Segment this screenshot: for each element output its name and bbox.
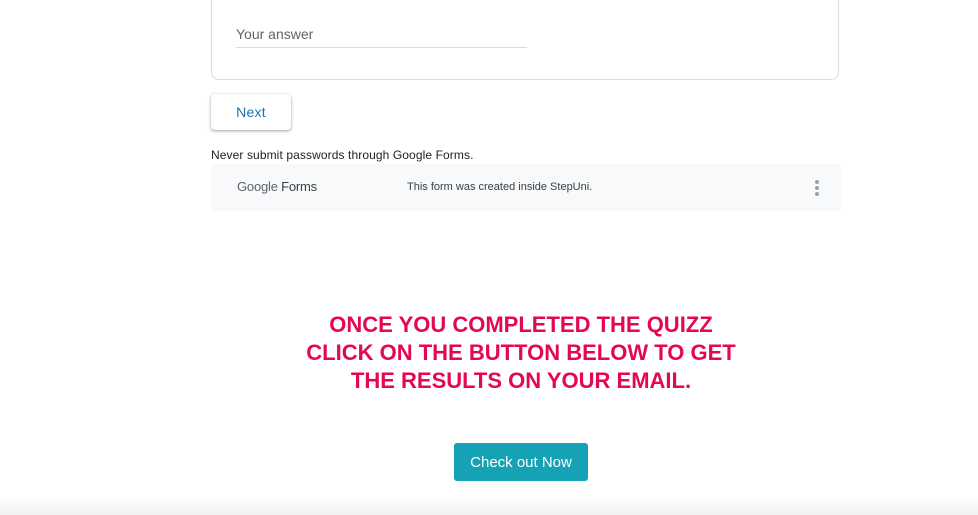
next-button[interactable]: Next: [211, 94, 291, 130]
logo-forms-text: Forms: [281, 179, 317, 194]
question-card: [211, 0, 839, 80]
more-vert-icon[interactable]: [808, 178, 826, 198]
form-created-note: This form was created inside StepUni.: [407, 181, 593, 193]
answer-input[interactable]: [236, 24, 527, 48]
cta-line-1: ONCE YOU COMPLETED THE QUIZZ: [329, 312, 713, 337]
cta-line-3: THE RESULTS ON YOUR EMAIL.: [350, 368, 692, 393]
password-warning-text: Never submit passwords through Google Fo…: [211, 148, 474, 162]
page: Next Never submit passwords through Goog…: [0, 0, 978, 515]
form-footer: Google Forms This form was created insid…: [211, 164, 841, 211]
google-forms-logo[interactable]: Google Forms: [237, 179, 317, 194]
check-out-now-button[interactable]: Check out Now: [454, 443, 588, 481]
cta-line-2: CLICK ON THE BUTTON BELOW TO GET: [306, 340, 736, 365]
bottom-divider: [0, 496, 978, 515]
logo-google-text: Google: [237, 179, 278, 194]
cta-heading: ONCE YOU COMPLETED THE QUIZZ CLICK ON TH…: [230, 311, 812, 395]
